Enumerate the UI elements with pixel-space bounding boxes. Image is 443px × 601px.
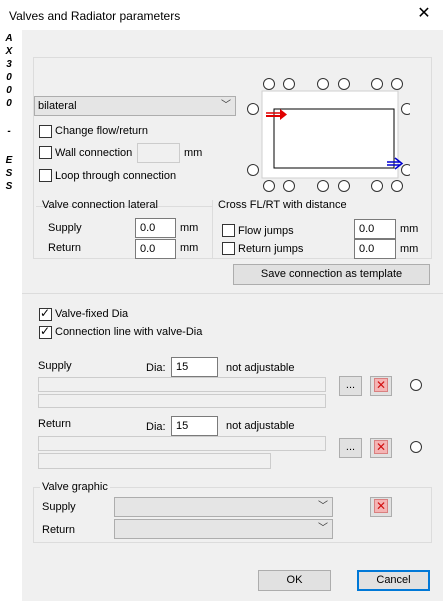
supply-dia-label: Dia: — [146, 362, 166, 374]
cancel-button[interactable]: Cancel — [357, 570, 430, 591]
supply-radio[interactable] — [410, 379, 422, 391]
connection-point-radio — [247, 103, 259, 115]
supply-adjust-text: not adjustable — [226, 362, 295, 374]
radiator-connection-diagram — [247, 78, 410, 192]
return-browse-button[interactable]: ... — [339, 438, 362, 458]
connection-point-radio — [317, 78, 329, 90]
connection-point-radio — [338, 180, 350, 192]
flow-jumps-unit: mm — [400, 223, 419, 235]
wall-connection-field[interactable] — [137, 143, 180, 163]
lateral-title: Valve connection lateral — [42, 199, 158, 211]
chevron-down-icon: ﹀ — [318, 523, 328, 534]
connection-point-radio — [371, 180, 383, 192]
return-adjust-text: not adjustable — [226, 420, 295, 432]
lateral-return-label: Return — [48, 242, 82, 254]
connection-point-radio — [371, 78, 383, 90]
supply-delete-button[interactable]: ✕ — [370, 376, 392, 396]
side-letter: E — [5, 155, 13, 166]
return-valve-field[interactable] — [38, 436, 326, 451]
close-icon[interactable]: ✕ — [414, 4, 434, 24]
return-jumps-unit: mm — [400, 243, 419, 255]
delete-icon: ✕ — [374, 440, 388, 454]
valve-graphic-supply-label: Supply — [42, 501, 76, 513]
side-letter: A — [5, 33, 13, 44]
lateral-return-unit: mm — [180, 242, 199, 254]
window-title: Valves and Radiator parameters — [9, 9, 181, 23]
side-letter: S — [5, 181, 13, 192]
valve-fixed-dia-checkbox[interactable] — [39, 306, 52, 321]
group-divider — [212, 200, 213, 258]
change-flow-return-checkbox[interactable] — [39, 125, 52, 138]
valve-graphic-title: Valve graphic — [40, 481, 110, 493]
return-label: Return — [38, 418, 72, 430]
wall-connection-unit: mm — [184, 147, 203, 159]
ok-button[interactable]: OK — [258, 570, 331, 591]
return-delete-button[interactable]: ✕ — [370, 438, 392, 458]
return-radio[interactable] — [410, 441, 422, 453]
valve-fixed-dia-label: Valve-fixed Dia — [55, 308, 129, 320]
cross-title: Cross FL/RT with distance — [218, 199, 347, 211]
connection-type-value: bilateral — [38, 100, 77, 112]
connection-point-radio — [283, 180, 295, 192]
connection-line-dia-checkbox[interactable] — [39, 324, 52, 339]
wall-connection-label: Wall connection — [55, 147, 133, 159]
return-valve-info — [38, 453, 271, 469]
connection-point-radio — [247, 164, 259, 176]
connection-point-radio — [391, 78, 403, 90]
wall-connection-checkbox[interactable] — [39, 146, 52, 159]
connection-point-radio — [401, 164, 410, 176]
connection-line-dia-label: Connection line with valve-Dia — [55, 326, 203, 338]
connection-point-radio — [263, 180, 275, 192]
lateral-supply-input[interactable]: 0.0 — [135, 218, 176, 238]
delete-icon: ✕ — [374, 499, 388, 513]
return-dia-input[interactable]: 15 — [171, 416, 218, 436]
connection-point-radio — [317, 180, 329, 192]
return-jumps-checkbox[interactable] — [222, 242, 235, 255]
supply-dia-input[interactable]: 15 — [171, 357, 218, 377]
loop-through-label: Loop through connection — [55, 170, 177, 182]
connection-point-radio — [263, 78, 275, 90]
lateral-supply-unit: mm — [180, 222, 199, 234]
supply-browse-button[interactable]: ... — [339, 376, 362, 396]
return-jumps-label: Return jumps — [238, 243, 304, 255]
valve-graphic-supply-select[interactable]: ﹀ — [114, 497, 333, 517]
connection-point-radio — [401, 103, 410, 115]
side-letter: X — [5, 46, 13, 57]
return-jumps-input[interactable]: 0.0 — [354, 239, 396, 259]
valve-graphic-delete-button[interactable]: ✕ — [370, 497, 392, 517]
change-flow-return-label: Change flow/return — [55, 125, 148, 137]
side-letter: 0 — [6, 85, 12, 96]
return-dia-label: Dia: — [146, 421, 166, 433]
loop-through-checkbox[interactable] — [39, 169, 52, 182]
lateral-return-input[interactable]: 0.0 — [135, 239, 176, 259]
lateral-supply-label: Supply — [48, 222, 82, 234]
flow-jumps-input[interactable]: 0.0 — [354, 219, 396, 239]
save-template-button[interactable]: Save connection as template — [233, 264, 430, 285]
side-letter: 0 — [6, 98, 12, 109]
section-divider — [22, 293, 443, 294]
supply-valve-field[interactable] — [38, 377, 326, 392]
chevron-down-icon: ﹀ — [318, 501, 328, 512]
side-letter: 3 — [6, 59, 12, 70]
flow-jumps-label: Flow jumps — [238, 225, 294, 237]
chevron-down-icon: ﹀ — [221, 100, 231, 111]
side-letter: - — [7, 126, 11, 137]
side-letter: S — [5, 168, 13, 179]
supply-label: Supply — [38, 360, 72, 372]
valve-graphic-return-label: Return — [42, 524, 76, 536]
side-letter: 0 — [6, 72, 12, 83]
connection-point-radio — [338, 78, 350, 90]
delete-icon: ✕ — [374, 378, 388, 392]
connection-point-radio — [283, 78, 295, 90]
flow-jumps-checkbox[interactable] — [222, 224, 235, 237]
supply-valve-info — [38, 394, 326, 408]
valve-graphic-return-select[interactable]: ﹀ — [114, 519, 333, 539]
connection-type-select[interactable]: bilateral ﹀ — [34, 96, 236, 116]
connection-point-radio — [391, 180, 403, 192]
